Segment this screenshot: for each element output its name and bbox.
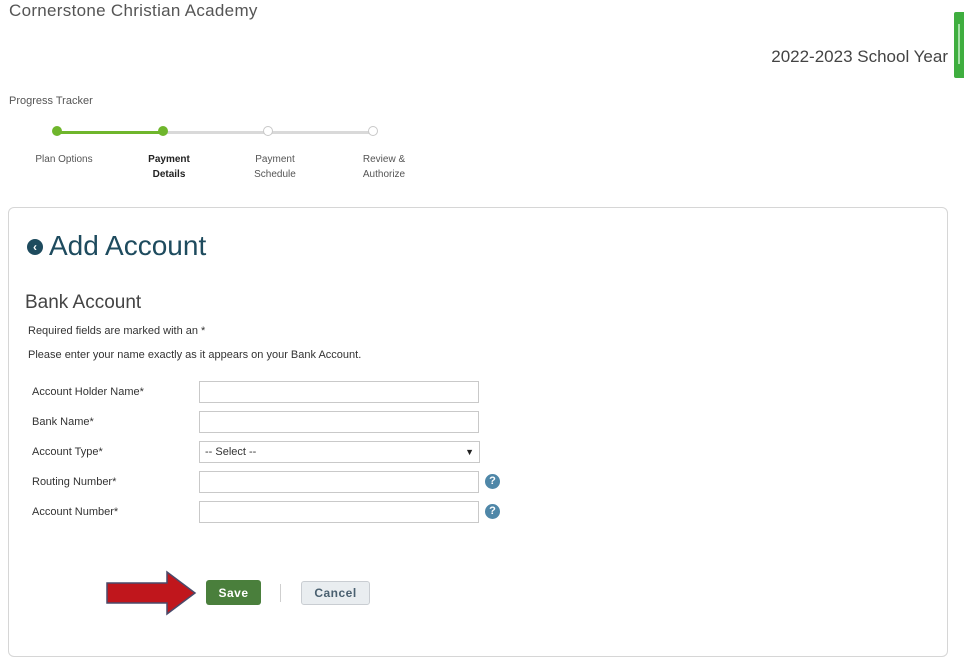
feedback-side-tab[interactable] (954, 12, 964, 78)
routing-number-help-icon[interactable]: ? (485, 474, 500, 489)
progress-tracker-title: Progress Tracker (9, 95, 93, 107)
account-type-select[interactable]: -- Select -- ▼ (199, 441, 480, 463)
bank-name-label: Bank Name* (32, 416, 94, 428)
account-holder-input[interactable] (199, 381, 479, 403)
step-label-line: Payment (148, 154, 190, 165)
step-label-line: Authorize (362, 169, 406, 180)
back-arrow-icon[interactable]: ‹ (27, 239, 43, 255)
dropdown-caret-icon: ▼ (465, 447, 474, 457)
red-arrow-icon (106, 570, 197, 616)
step-label-line: Payment (255, 154, 295, 165)
account-number-help-icon[interactable]: ? (485, 504, 500, 519)
routing-number-label: Routing Number* (32, 476, 117, 488)
step-label-line: Review & (362, 154, 406, 165)
school-name: Cornerstone Christian Academy (9, 2, 258, 20)
step-dot-plan-options (52, 126, 62, 136)
step-dot-review-authorize (368, 126, 378, 136)
step-label-payment-schedule: Payment Schedule (235, 152, 315, 182)
routing-number-input[interactable] (199, 471, 479, 493)
cancel-button[interactable]: Cancel (301, 581, 370, 605)
account-type-selected: -- Select -- (205, 446, 257, 458)
step-label-line: Schedule (254, 169, 296, 180)
step-dot-payment-details (158, 126, 168, 136)
name-instruction-note: Please enter your name exactly as it app… (28, 349, 362, 361)
step-label-plan-options[interactable]: Plan Options (24, 152, 104, 167)
progress-line-complete (57, 131, 163, 134)
save-button[interactable]: Save (206, 580, 261, 605)
step-label-line: Plan Options (35, 154, 93, 165)
account-type-label: Account Type* (32, 446, 103, 458)
step-label-payment-details: Payment Details (129, 152, 209, 182)
school-year: 2022-2023 School Year (771, 47, 948, 66)
account-number-input[interactable] (199, 501, 479, 523)
bank-name-input[interactable] (199, 411, 479, 433)
account-holder-label: Account Holder Name* (32, 386, 144, 398)
progress-tracker: Plan Options Payment Details Payment Sch… (0, 120, 420, 190)
section-title: Bank Account (25, 292, 142, 313)
step-dot-payment-schedule (263, 126, 273, 136)
step-label-review-authorize: Review & Authorize (344, 152, 424, 182)
step-label-line: Details (152, 169, 186, 180)
button-divider (280, 584, 281, 602)
required-fields-note: Required fields are marked with an * (28, 325, 206, 337)
page-title: Add Account (49, 230, 207, 261)
account-number-label: Account Number* (32, 506, 119, 518)
